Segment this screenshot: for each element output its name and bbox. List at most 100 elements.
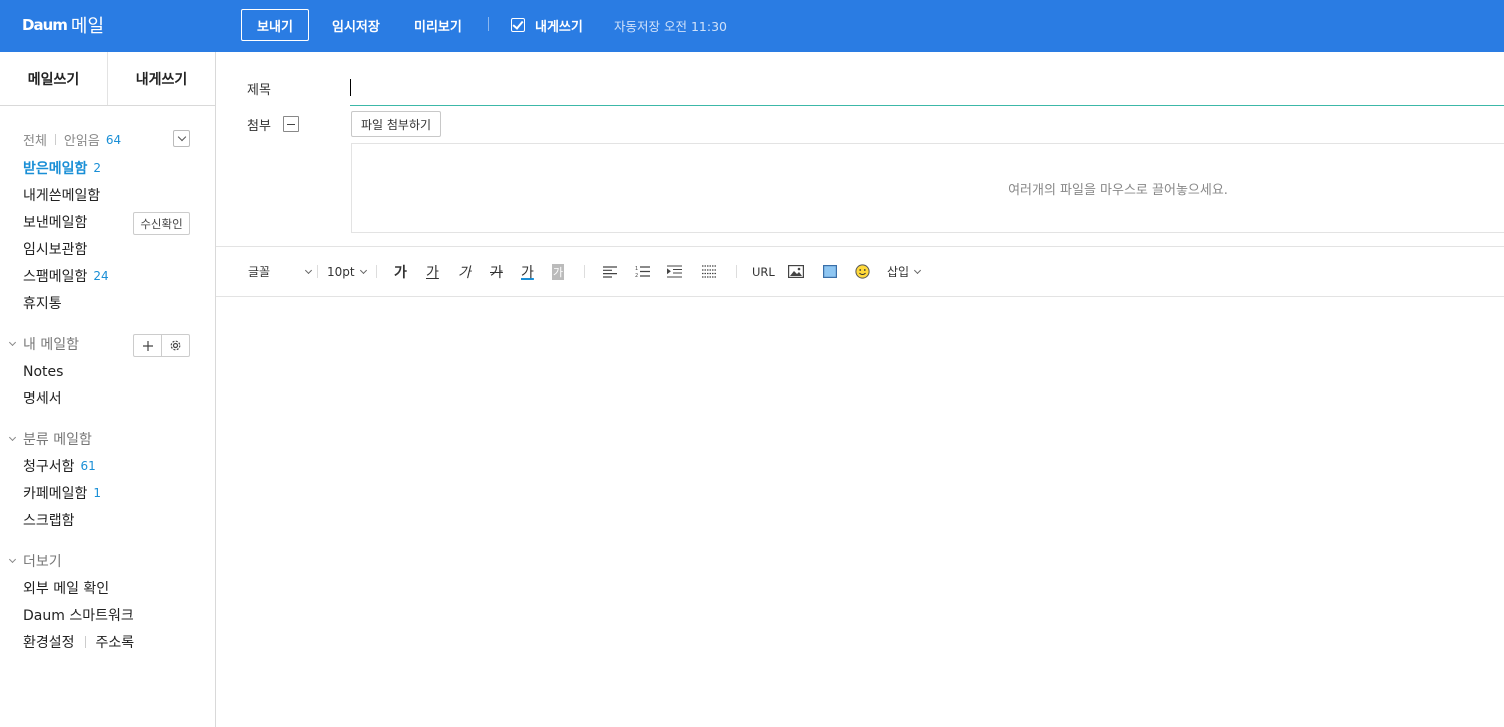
folder-list-toggle[interactable] [173,130,190,147]
filter-all[interactable]: 전체 [23,130,47,149]
editor-toolbar: 글꼴 10pt 가 가 가 가 가 가 1 2 URL 삽입 [216,246,1504,297]
subject-label: 제목 [247,83,271,98]
mailbox-settings-button[interactable] [162,335,189,356]
divider [488,17,489,31]
numbered-list-icon: 1 2 [635,266,650,278]
file-dropzone[interactable]: 여러개의 파일을 마우스로 끌어놓으세요. [351,143,1504,233]
sidebar-item-spam[interactable]: 스팸메일함 24 [23,266,109,286]
chevron-down-icon [8,338,17,346]
sidebar-item-label: 스팸메일함 [23,269,88,285]
sidebar-item-label: 명세서 [23,391,62,407]
divider [84,636,86,648]
logo-service: 메일 [70,16,105,37]
sidebar-item-bills[interactable]: 청구서함 61 [23,456,96,476]
settings-row: 환경설정 주소록 [23,632,134,652]
sidebar-item-sent[interactable]: 보낸메일함 [23,212,87,232]
unread-count: 2 [93,161,102,175]
preview-button[interactable]: 미리보기 [414,9,462,41]
filter-unread[interactable]: 안읽음 [64,130,100,149]
insert-box-button[interactable] [823,247,837,296]
sidebar-item-label: 휴지통 [23,296,62,312]
font-size-label: 10pt [327,264,355,279]
sidebar-item-label: 청구서함 [23,459,75,475]
indent-button[interactable] [667,247,682,296]
insert-image-button[interactable] [788,247,804,296]
background-color-glyph: 가 [552,263,565,280]
chevron-down-icon [8,555,17,563]
insert-label: 삽입 [887,265,910,279]
sidebar-item-scrap[interactable]: 스크랩함 [23,510,75,530]
compose-area: 제목 첨부 파일 첨부하기 여러개의 파일을 마우스로 끌어놓으세요. 글꼴 1… [216,52,1504,727]
line-spacing-icon [702,265,717,278]
sidebar-item-notes[interactable]: Notes [23,362,63,382]
chevron-down-icon [359,266,367,274]
send-button[interactable]: 보내기 [241,9,309,41]
chevron-down-icon [914,266,922,274]
sidebar-item-label: 임시보관함 [23,242,88,258]
svg-text:1: 1 [635,266,638,272]
sidebar-item-drafts[interactable]: 임시보관함 [23,239,87,259]
write-to-me-toggle[interactable]: 내게쓰기 [511,9,583,41]
settings-link[interactable]: 환경설정 [23,632,75,652]
sidebar-item-label: Daum 스마트워크 [23,608,134,624]
tab-write-to-me[interactable]: 내게쓰기 [108,52,215,105]
text-cursor [350,79,351,96]
gear-icon [170,340,181,351]
sidebar-item-sent-to-me[interactable]: 내게쓴메일함 [23,185,100,205]
sidebar-tabs: 메일쓰기 내게쓰기 [0,52,215,106]
align-left-button[interactable] [603,247,617,296]
bold-button[interactable]: 가 [394,247,407,296]
message-body-editor[interactable] [216,298,1504,727]
divider [584,265,585,278]
font-color-button[interactable]: 가 [521,247,534,296]
sidebar-item-statements[interactable]: 명세서 [23,388,62,408]
font-size-select[interactable]: 10pt [327,247,367,296]
sidebar-item-label: 외부 메일 확인 [23,581,110,597]
tab-compose-mail[interactable]: 메일쓰기 [0,52,108,105]
add-mailbox-button[interactable] [134,335,162,356]
daum-mail-logo[interactable]: Daum 메일 [22,12,104,38]
svg-text:2: 2 [635,273,638,278]
emoticon-button[interactable] [855,247,870,296]
dropzone-hint: 여러개의 파일을 마우스로 끌어놓으세요. [1008,182,1228,198]
divider [736,265,737,278]
logo-brand: Daum [22,16,68,34]
section-more[interactable]: 더보기 [8,551,62,571]
sidebar-item-cafe[interactable]: 카페메일함 1 [23,483,101,503]
insert-url-button[interactable]: URL [752,247,775,296]
numbered-list-button[interactable]: 1 2 [635,247,650,296]
insert-menu[interactable]: 삽입 [887,247,922,296]
image-icon [788,265,804,278]
save-draft-button[interactable]: 임시저장 [332,9,380,41]
color-box-icon [823,265,837,278]
unread-count: 1 [93,486,102,500]
collapse-attachments-button[interactable] [283,116,299,132]
attach-file-button[interactable]: 파일 첨부하기 [351,111,441,137]
sidebar-item-label: 카페메일함 [23,486,88,502]
sidebar-item-trash[interactable]: 휴지통 [23,293,62,313]
mailbox-actions [133,334,190,357]
background-color-button[interactable]: 가 [552,247,565,296]
line-spacing-button[interactable] [702,247,717,296]
sidebar: 메일쓰기 내게쓰기 전체 안읽음 64 받은메일함 2 내게쓴메일함 보낸메일함… [0,52,216,727]
top-bar: Daum 메일 보내기 임시저장 미리보기 내게쓰기 자동저장 오전 11:30 [0,0,1504,52]
subject-input[interactable] [350,76,1504,106]
sidebar-item-label: 내게쓴메일함 [23,188,101,204]
address-book-link[interactable]: 주소록 [96,632,135,652]
mailbox-filter-row: 전체 안읽음 64 [23,130,121,150]
divider [54,134,56,145]
read-receipt-button[interactable]: 수신확인 [133,212,190,235]
autosave-status: 자동저장 오전 11:30 [614,18,727,34]
section-label: 더보기 [23,554,62,570]
section-my-mailboxes[interactable]: 내 메일함 [8,334,79,354]
underline-button[interactable]: 가 [426,247,439,296]
section-categories[interactable]: 분류 메일함 [8,429,92,449]
strikethrough-button[interactable]: 가 [490,247,503,296]
section-label: 분류 메일함 [23,432,92,448]
sidebar-item-external-mail[interactable]: 외부 메일 확인 [23,578,109,598]
font-family-select[interactable]: 글꼴 [248,247,313,296]
sidebar-item-label: Notes [23,364,64,380]
sidebar-item-inbox[interactable]: 받은메일함 2 [23,158,101,178]
italic-button[interactable]: 가 [458,247,471,296]
sidebar-item-smartwork[interactable]: Daum 스마트워크 [23,605,134,625]
